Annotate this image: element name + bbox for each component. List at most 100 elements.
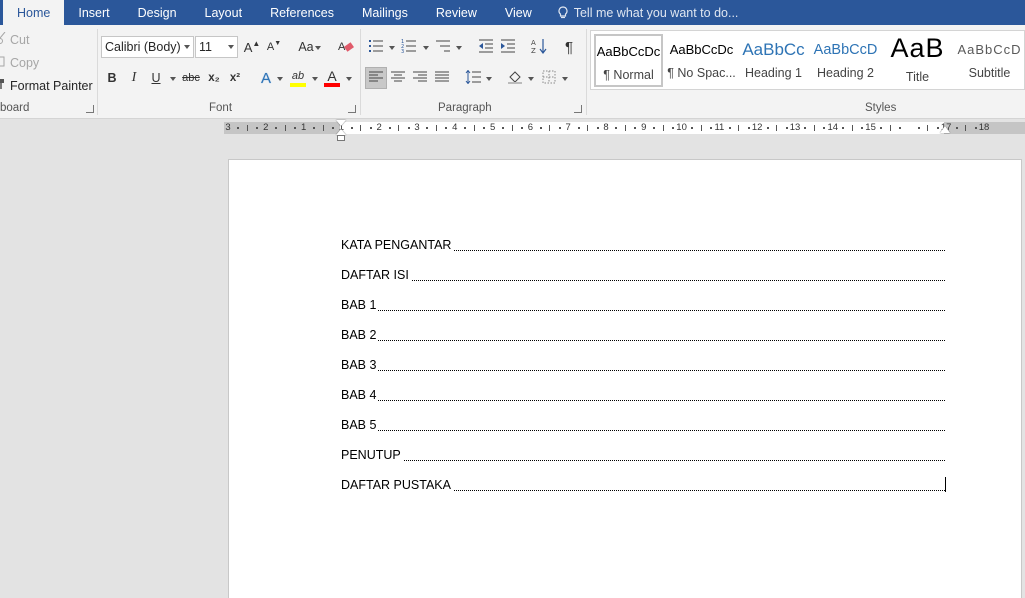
ruler-tick [974,127,977,129]
left-indent-marker[interactable] [337,135,345,141]
bold-button[interactable]: B [102,68,122,88]
ruler-tick [275,127,278,129]
ruler-tick [549,125,551,131]
tab-design[interactable]: Design [124,0,191,25]
style-heading-2[interactable]: AaBbCcD Heading 2 [811,34,880,87]
italic-button[interactable]: I [124,68,144,88]
ruler-number: 12 [751,122,763,133]
decrease-indent-button[interactable] [476,37,496,57]
line-spacing-icon [465,69,481,87]
ruler-tick [483,127,486,129]
tab-view[interactable]: View [491,0,546,25]
change-case-icon: Aa [298,40,314,54]
sort-button[interactable]: AZ [529,37,549,57]
borders-button[interactable] [539,68,559,88]
clipboard-dialog-launcher[interactable] [86,105,94,113]
tab-mailings[interactable]: Mailings [348,0,422,25]
ruler-tick [577,127,580,129]
multilevel-list-button[interactable] [433,37,453,57]
ruler-tick [738,125,740,131]
font-family-combo[interactable]: Calibri (Body) [101,36,194,58]
numbering-button[interactable]: 123 [399,37,419,57]
tab-references[interactable]: References [256,0,348,25]
increase-indent-button[interactable] [498,37,518,57]
chevron-down-icon [456,46,462,50]
ruler-tick [246,125,248,131]
paragraph-group-label: Paragraph [438,102,492,114]
first-line-indent-marker[interactable] [336,120,346,126]
toc-entry[interactable]: KATA PENGANTAR [341,237,945,253]
align-right-button[interactable] [410,68,430,88]
ruler-tick [965,125,967,131]
styles-group-label: Styles [865,102,897,114]
style-normal[interactable]: AaBbCcDc ¶ Normal [594,34,663,87]
style-heading-1[interactable]: AaBbCc Heading 1 [739,34,808,87]
justify-button[interactable] [432,68,452,88]
font-size-combo[interactable]: 11 [195,36,238,58]
ruler-tick [936,127,939,129]
tell-me-box[interactable]: Tell me what you want to do... [546,0,739,25]
superscript-button[interactable]: x² [225,68,245,88]
font-dialog-launcher[interactable] [348,105,356,113]
ruler-tick [256,127,259,129]
svg-text:3: 3 [401,49,404,53]
bullets-button[interactable] [366,37,386,57]
toc-entry[interactable]: DAFTAR PUSTAKA [341,477,945,493]
ruler-tick [237,127,240,129]
document-page[interactable]: KATA PENGANTAR DAFTAR ISI BAB 1 BAB 2 BA… [228,159,1022,598]
toc-entry-title: DAFTAR ISI [341,268,411,282]
toc-entry[interactable]: BAB 5 [341,417,945,433]
toc-entry[interactable]: BAB 4 [341,387,945,403]
toc-entry[interactable]: PENUTUP [341,447,945,463]
paint-bucket-icon [508,70,524,87]
ruler-tick [539,127,542,129]
style-title[interactable]: AaB Title [883,34,952,87]
paragraph-dialog-launcher[interactable] [574,105,582,113]
ruler-number: 10 [676,122,687,133]
shrink-font-button[interactable]: A ▼ [264,37,284,57]
chevron-down-icon [389,46,395,50]
align-center-button[interactable] [388,68,408,88]
ribbon-tab-bar: Home Insert Design Layout References Mai… [0,0,1025,25]
cut-button[interactable]: Cut [0,31,29,47]
strikethrough-button[interactable]: abc [180,68,202,88]
ruler-number: 4 [452,122,458,133]
group-divider [586,29,587,115]
tab-home[interactable]: Home [3,0,65,25]
toc-entry[interactable]: DAFTAR ISI [341,267,945,283]
ruler-number: 11 [714,122,725,133]
right-indent-marker[interactable] [940,126,950,133]
underline-button[interactable]: U [146,68,166,88]
tell-me-placeholder: Tell me what you want to do... [573,5,739,20]
format-painter-button[interactable]: Format Painter [0,78,93,93]
show-formatting-marks-button[interactable]: ¶ [559,37,579,57]
chevron-down-icon [486,77,492,81]
toc-entry[interactable]: BAB 3 [341,357,945,373]
tab-layout[interactable]: Layout [191,0,257,25]
toc-entry[interactable]: BAB 1 [341,297,945,313]
dot-leader [341,430,945,431]
toc-entry[interactable]: BAB 2 [341,327,945,343]
ruler-tick [634,127,637,129]
text-effects-button[interactable]: A [256,68,276,88]
shading-button[interactable] [506,68,526,88]
copy-button[interactable]: Copy [0,55,39,70]
align-left-button[interactable] [365,67,387,89]
toc-entry-title: DAFTAR PUSTAKA [341,478,453,492]
subscript-button[interactable]: x₂ [204,68,224,88]
style-subtitle[interactable]: AaBbCcD Subtitle [955,34,1024,87]
style-preview: AaBbCcD [957,42,1022,57]
ruler-tick [587,125,589,131]
ruler-number: 18 [978,122,990,133]
grow-font-button[interactable]: A ▲ [242,37,262,57]
tab-review[interactable]: Review [422,0,491,25]
ruler-tick [728,127,731,129]
clear-formatting-button[interactable]: A [336,37,356,57]
tab-insert[interactable]: Insert [64,0,123,25]
svg-text:Z: Z [531,47,536,54]
group-divider [97,29,98,115]
toc-entry-title: PENUTUP [341,448,403,462]
style-no-spacing[interactable]: AaBbCcDc ¶ No Spac... [667,34,736,87]
line-spacing-button[interactable] [463,68,483,88]
chevron-down-icon [170,77,176,81]
